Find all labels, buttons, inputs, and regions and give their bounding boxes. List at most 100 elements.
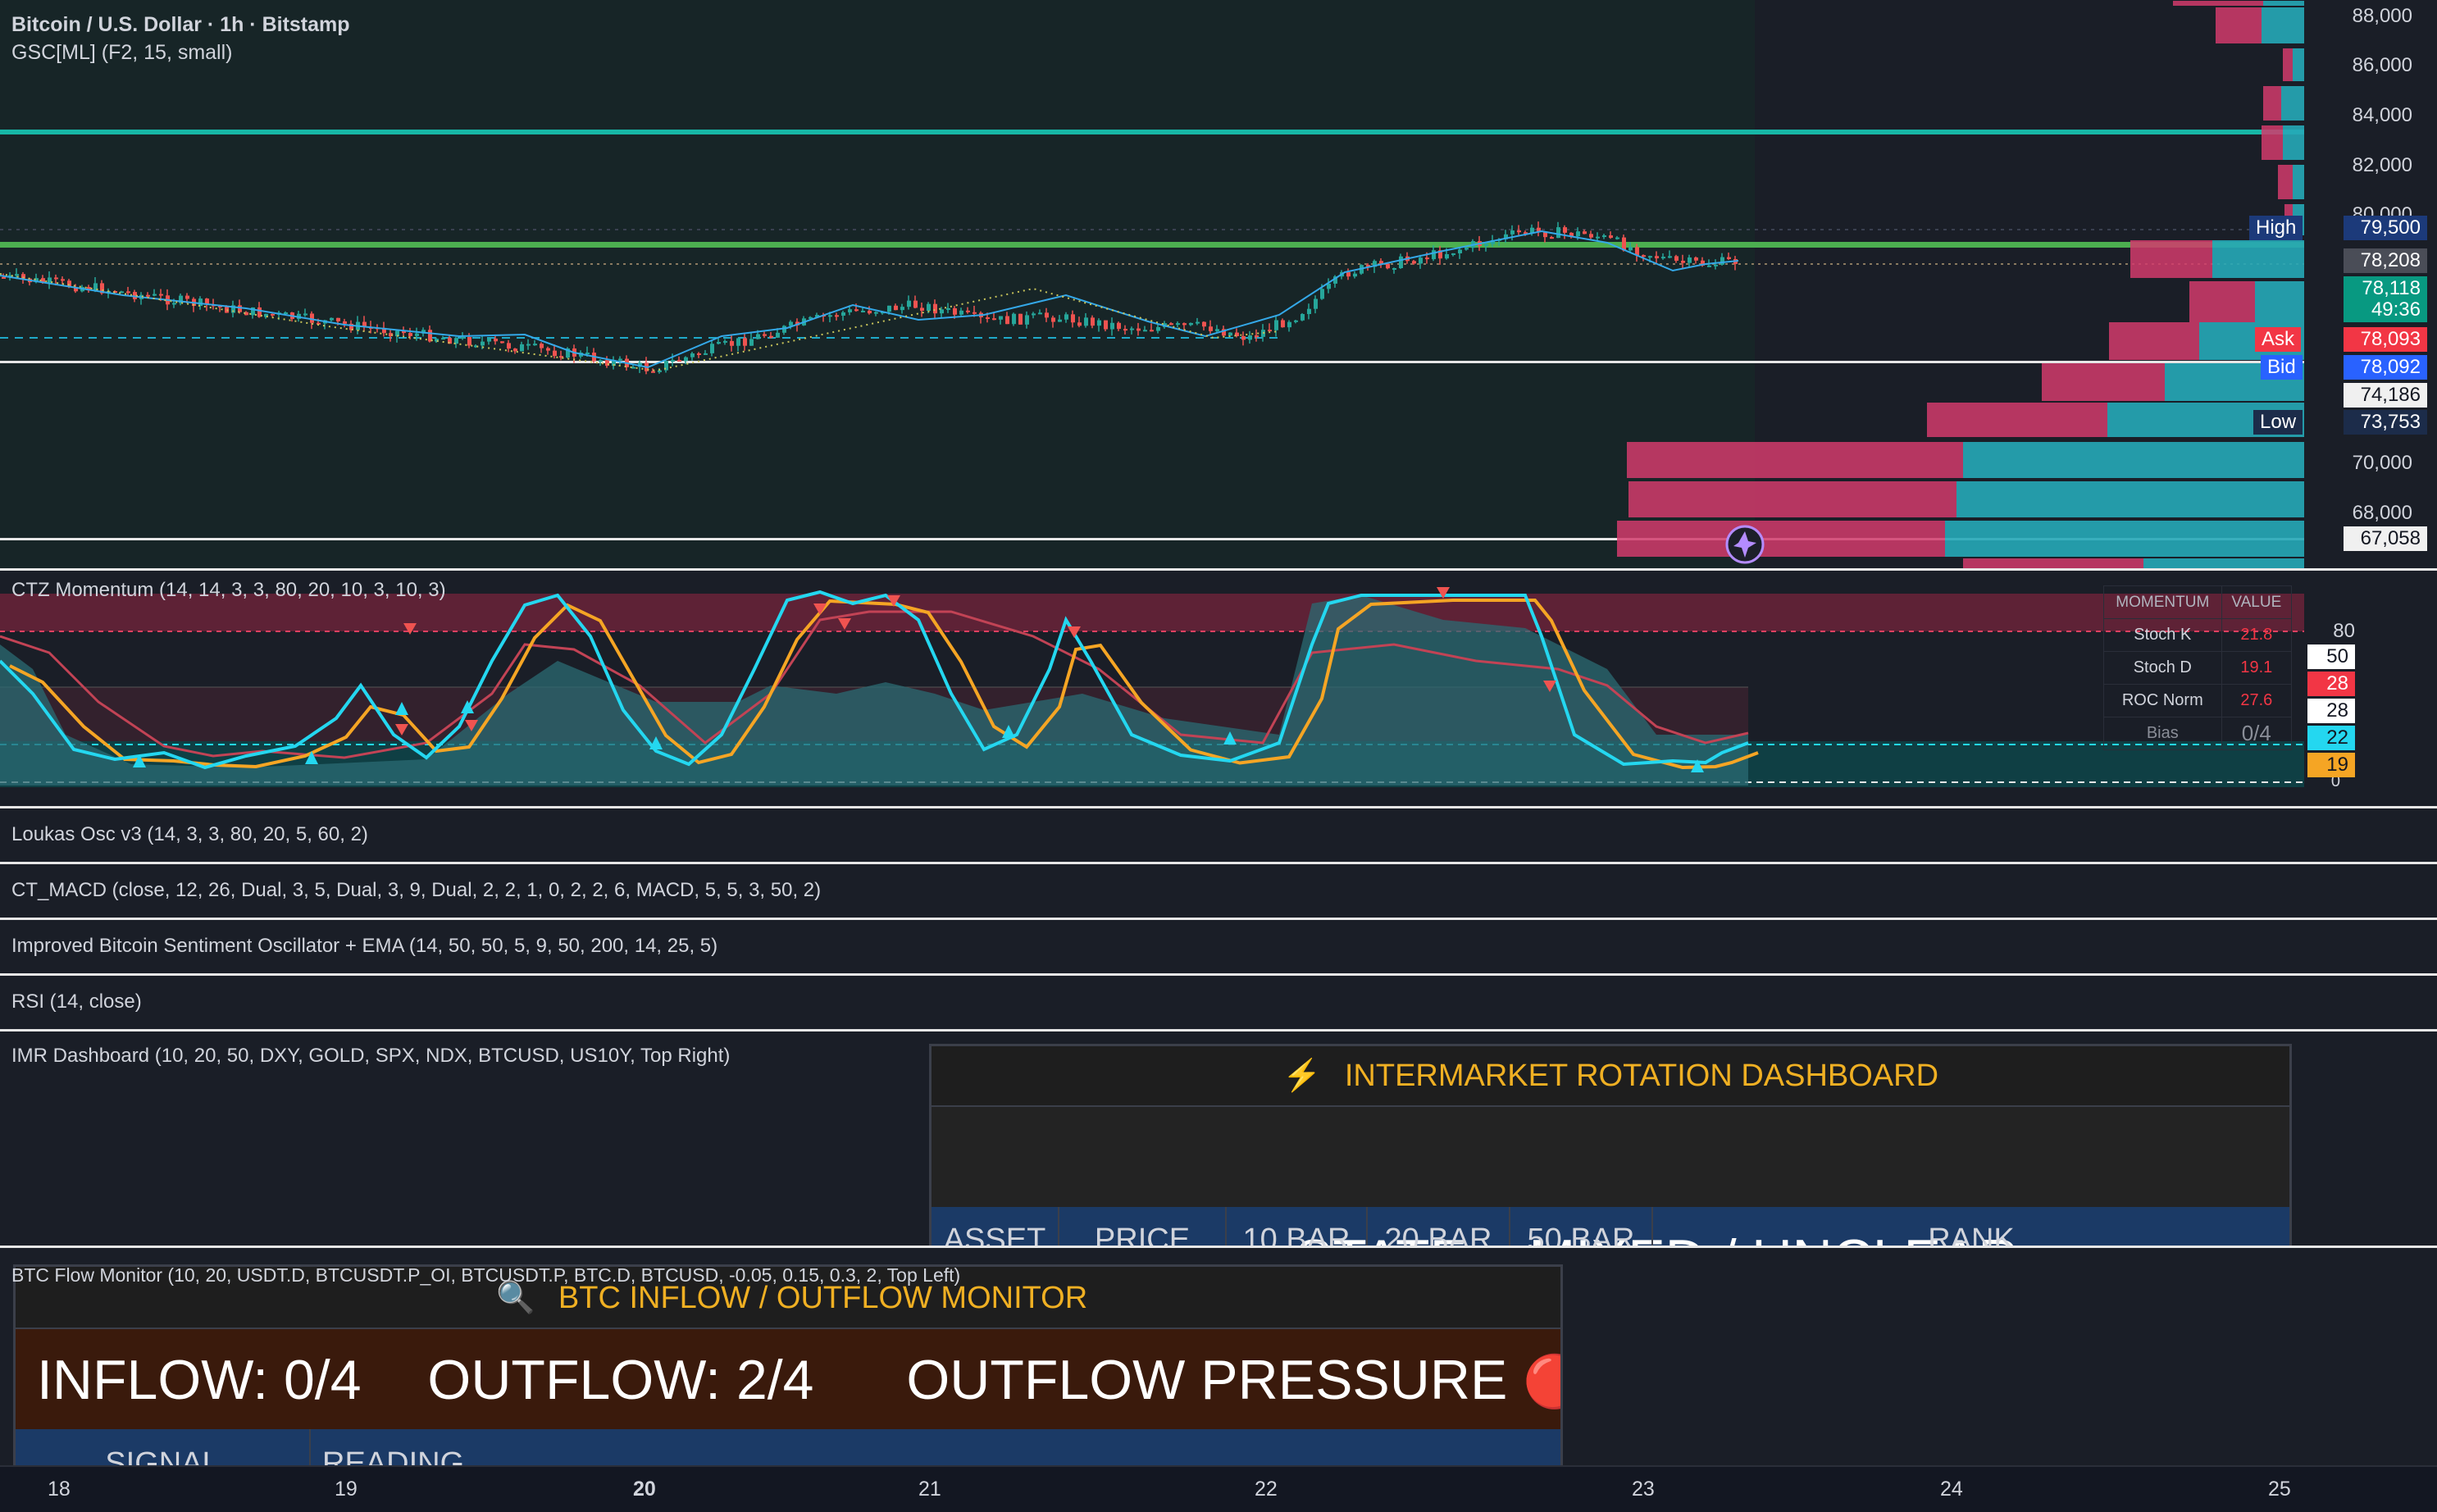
candle-body[interactable]	[868, 310, 872, 314]
candle-body[interactable]	[599, 360, 603, 362]
candle-body[interactable]	[999, 316, 1003, 320]
candle-body[interactable]	[1045, 312, 1049, 318]
candle-body[interactable]	[1130, 328, 1134, 330]
candle-body[interactable]	[1287, 321, 1291, 328]
candle-body[interactable]	[1550, 237, 1554, 239]
candle-body[interactable]	[1615, 237, 1619, 239]
candle-body[interactable]	[1196, 321, 1200, 324]
candle-body[interactable]	[1563, 227, 1567, 233]
candle-body[interactable]	[1425, 257, 1429, 260]
candle-body[interactable]	[1268, 330, 1272, 332]
candle-body[interactable]	[467, 337, 471, 346]
candle-body[interactable]	[1727, 257, 1731, 260]
candle-body[interactable]	[776, 332, 780, 338]
overlay-indicator-label[interactable]: GSC[ML] (F2, 15, small)	[11, 41, 233, 65]
candle-body[interactable]	[1714, 264, 1718, 266]
candle-body[interactable]	[1655, 256, 1659, 259]
btc-flow-pane[interactable]: 🔍 BTC INFLOW / OUTFLOW MONITOR INFLOW: 0…	[0, 1248, 2437, 1465]
candle-body[interactable]	[1432, 250, 1436, 260]
candle-body[interactable]	[1097, 320, 1101, 326]
btc-flow-label[interactable]: BTC Flow Monitor (10, 20, USDT.D, BTCUSD…	[11, 1264, 960, 1287]
candle-body[interactable]	[1294, 320, 1298, 322]
candle-body[interactable]	[54, 277, 58, 280]
candle-body[interactable]	[1176, 323, 1180, 326]
candle-body[interactable]	[1451, 253, 1455, 255]
candle-body[interactable]	[126, 291, 130, 294]
candle-body[interactable]	[1412, 261, 1416, 264]
candle-body[interactable]	[756, 334, 760, 339]
candle-body[interactable]	[2, 277, 6, 279]
candle-body[interactable]	[1255, 335, 1259, 338]
candle-body[interactable]	[61, 279, 65, 281]
candle-body[interactable]	[940, 309, 944, 314]
candle-body[interactable]	[887, 305, 891, 312]
candle-body[interactable]	[743, 338, 747, 346]
candle-body[interactable]	[1694, 257, 1698, 261]
candle-body[interactable]	[1300, 313, 1305, 321]
candle-body[interactable]	[618, 358, 622, 361]
candle-body[interactable]	[913, 300, 918, 308]
candle-body[interactable]	[1602, 235, 1606, 238]
time-axis[interactable]	[0, 1465, 2437, 1512]
candle-body[interactable]	[553, 350, 557, 357]
candle-body[interactable]	[1051, 317, 1055, 322]
candle-body[interactable]	[172, 303, 176, 305]
candle-body[interactable]	[1189, 322, 1193, 326]
candle-body[interactable]	[1399, 256, 1403, 269]
candle-body[interactable]	[1058, 319, 1062, 322]
momentum-pane[interactable]: CTZ Momentum (14, 14, 3, 3, 80, 20, 10, …	[0, 571, 2437, 806]
candle-body[interactable]	[1458, 249, 1462, 253]
price-pane[interactable]: Bitcoin / U.S. Dollar · 1h · Bitstamp GS…	[0, 0, 2437, 569]
price-chart-canvas[interactable]	[0, 0, 2437, 569]
candle-body[interactable]	[15, 274, 19, 276]
candle-body[interactable]	[1215, 329, 1219, 331]
candle-body[interactable]	[585, 353, 590, 355]
candle-body[interactable]	[1688, 257, 1692, 263]
candle-body[interactable]	[861, 310, 865, 312]
candle-body[interactable]	[415, 333, 419, 336]
candle-body[interactable]	[159, 294, 163, 296]
candle-body[interactable]	[1419, 257, 1423, 264]
candle-body[interactable]	[1281, 320, 1285, 328]
rsi-label[interactable]: RSI (14, close)	[11, 991, 142, 1013]
candle-body[interactable]	[153, 294, 157, 296]
candle-body[interactable]	[1150, 330, 1154, 332]
candle-body[interactable]	[1320, 289, 1324, 299]
candle-body[interactable]	[1589, 234, 1593, 238]
candle-body[interactable]	[704, 353, 708, 355]
candle-body[interactable]	[1032, 313, 1036, 316]
candle-body[interactable]	[1012, 313, 1016, 325]
candle-body[interactable]	[1720, 257, 1724, 265]
candle-body[interactable]	[933, 303, 937, 314]
candle-body[interactable]	[441, 338, 445, 340]
candle-body[interactable]	[690, 353, 695, 358]
candle-body[interactable]	[540, 344, 544, 348]
candle-body[interactable]	[1169, 323, 1173, 326]
ai-assistant-icon[interactable]	[1725, 525, 1765, 564]
candle-body[interactable]	[894, 305, 898, 311]
candle-body[interactable]	[1596, 236, 1600, 239]
candle-body[interactable]	[966, 310, 970, 312]
candle-body[interactable]	[271, 313, 275, 316]
candle-body[interactable]	[1583, 231, 1587, 235]
candle-body[interactable]	[1707, 265, 1711, 267]
candle-body[interactable]	[749, 339, 754, 346]
loukas-osc-label[interactable]: Loukas Osc v3 (14, 3, 3, 80, 20, 5, 60, …	[11, 823, 368, 846]
candle-body[interactable]	[507, 343, 511, 349]
candle-body[interactable]	[854, 309, 859, 312]
candle-body[interactable]	[684, 357, 688, 362]
candle-body[interactable]	[336, 317, 340, 321]
candle-body[interactable]	[1642, 255, 1646, 257]
candle-body[interactable]	[1392, 268, 1396, 271]
candle-body[interactable]	[828, 315, 832, 317]
candle-body[interactable]	[1386, 263, 1390, 269]
candle-body[interactable]	[841, 312, 845, 316]
candle-body[interactable]	[198, 298, 203, 307]
candle-body[interactable]	[769, 335, 773, 338]
candle-body[interactable]	[992, 318, 996, 321]
candle-body[interactable]	[631, 367, 635, 369]
candle-body[interactable]	[1517, 230, 1521, 233]
candle-body[interactable]	[1110, 322, 1114, 330]
candle-body[interactable]	[927, 303, 931, 312]
candle-body[interactable]	[920, 307, 924, 312]
